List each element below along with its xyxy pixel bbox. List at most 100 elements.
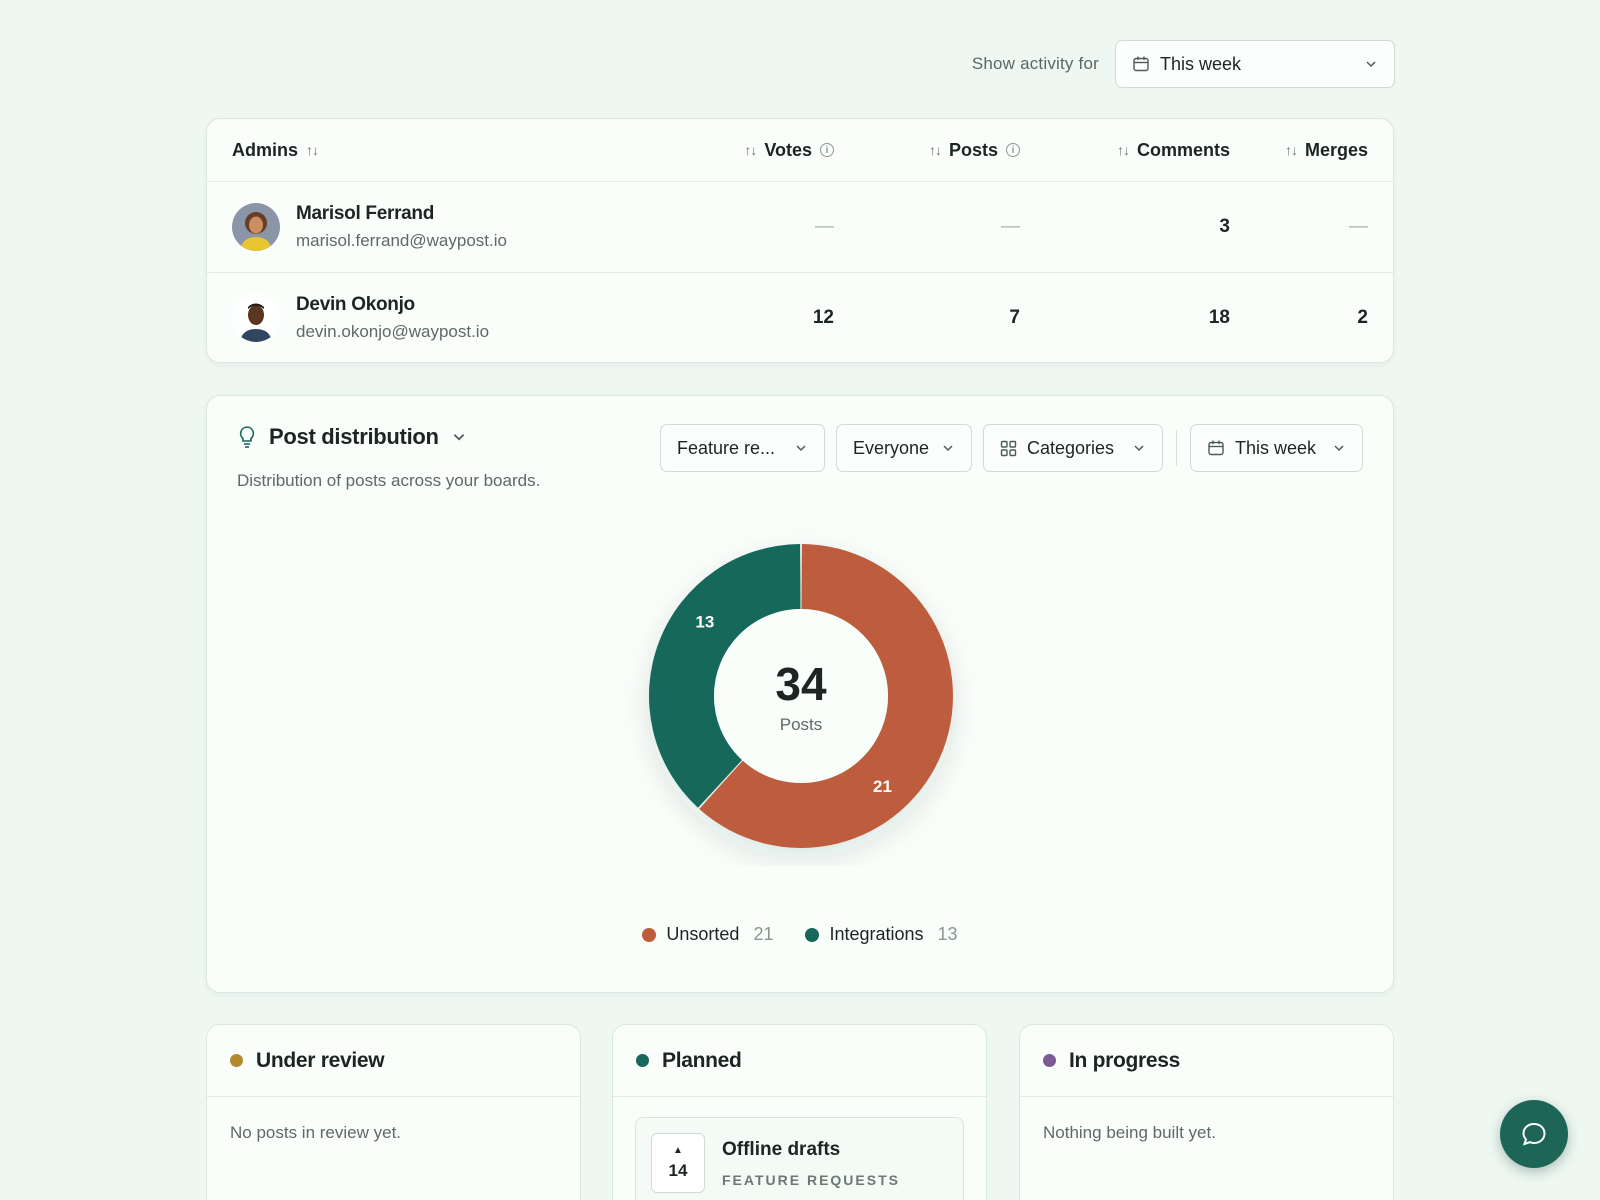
board-filter-select[interactable]: Feature re... [660, 424, 825, 472]
avatar [232, 203, 280, 251]
column-header[interactable]: In progress [1020, 1025, 1393, 1097]
posts-cell: — [1001, 216, 1020, 237]
posts-cell: 7 [1009, 306, 1020, 328]
sort-icon: ↑↓ [928, 142, 942, 158]
header-merges[interactable]: ↑↓ Merges [1230, 140, 1368, 161]
distribution-title[interactable]: Post distribution [237, 424, 467, 450]
status-dot [636, 1054, 649, 1067]
grid-icon [1000, 440, 1017, 457]
donut-chart: 34 Posts 21 13 [649, 544, 953, 848]
chevron-down-icon [941, 441, 955, 455]
chart-legend: Unsorted 21 Integrations 13 [207, 924, 1393, 945]
distribution-range-select[interactable]: This week [1190, 424, 1363, 472]
column-title: Under review [256, 1048, 385, 1072]
sort-icon: ↑↓ [1116, 142, 1130, 158]
distribution-range-value: This week [1235, 437, 1317, 458]
admins-table: Admins ↑↓ ↑↓ Votes i ↑↓ Posts i ↑↓ Comme… [206, 118, 1394, 363]
donut-total: 34 [775, 658, 827, 710]
header-admins[interactable]: Admins ↑↓ [232, 140, 612, 161]
header-votes[interactable]: ↑↓ Votes i [612, 140, 834, 161]
status-dot [230, 1054, 243, 1067]
header-merges-label: Merges [1304, 139, 1368, 160]
admin-email: marisol.ferrand@waypost.io [296, 231, 507, 250]
votes-cell: — [815, 216, 834, 237]
legend-count: 13 [937, 924, 958, 944]
sort-icon: ↑↓ [1284, 142, 1298, 158]
donut-chart-area: 34 Posts 21 13 [207, 526, 1393, 866]
column-in-progress: In progress Nothing being built yet. [1019, 1024, 1394, 1200]
column-header[interactable]: Planned [613, 1025, 986, 1097]
info-icon[interactable]: i [820, 143, 834, 157]
post-distribution-card: Post distribution Distribution of posts … [206, 395, 1394, 993]
chat-bubble-icon [1520, 1120, 1548, 1148]
group-by-select[interactable]: Categories [983, 424, 1163, 472]
activity-filter: Show activity for This week [972, 40, 1395, 88]
column-header[interactable]: Under review [207, 1025, 580, 1097]
donut-total-label: Posts [780, 715, 823, 734]
header-posts[interactable]: ↑↓ Posts i [834, 140, 1020, 161]
status-dot [1043, 1054, 1056, 1067]
legend-swatch [805, 927, 820, 942]
legend-label: Unsorted [666, 924, 740, 944]
audience-filter-value: Everyone [853, 437, 930, 458]
chevron-down-icon [1332, 441, 1346, 455]
merges-cell: — [1349, 216, 1368, 237]
filter-divider [1176, 430, 1177, 466]
legend-label: Integrations [829, 924, 924, 944]
column-title: In progress [1069, 1048, 1181, 1072]
sort-icon: ↑↓ [744, 142, 757, 158]
activity-range-value: This week [1160, 53, 1242, 74]
donut-value-label: 21 [873, 777, 892, 796]
distribution-subtitle: Distribution of posts across your boards… [237, 471, 541, 490]
activity-label: Show activity for [971, 54, 1099, 73]
post-title: Offline drafts [722, 1139, 841, 1160]
chevron-down-icon [1132, 441, 1146, 455]
header-votes-label: Votes [764, 139, 812, 160]
avatar [232, 293, 280, 342]
legend-count: 21 [753, 924, 774, 944]
page: Show activity for This week Admins ↑↓ ↑↓… [0, 0, 1600, 1200]
empty-state: No posts in review yet. [230, 1123, 402, 1142]
table-row[interactable]: Devin Okonjo devin.okonjo@waypost.io 12 … [207, 272, 1393, 362]
board-filter-value: Feature re... [677, 437, 776, 458]
calendar-icon [1132, 55, 1150, 73]
admin-cell: Marisol Ferrand marisol.ferrand@waypost.… [232, 203, 612, 251]
legend-swatch [642, 927, 657, 942]
chevron-down-icon [794, 441, 808, 455]
header-comments-label: Comments [1136, 139, 1230, 160]
comments-cell: 18 [1208, 306, 1230, 328]
chevron-down-icon [1364, 57, 1378, 71]
votes-cell: 12 [812, 306, 834, 328]
activity-range-select[interactable]: This week [1115, 40, 1395, 88]
post-card[interactable]: ▲ 14 Offline drafts FEATURE REQUESTS [635, 1117, 964, 1200]
admin-email: devin.okonjo@waypost.io [296, 321, 490, 341]
empty-state: Nothing being built yet. [1043, 1123, 1216, 1142]
upvote-icon: ▲ [673, 1145, 683, 1156]
sort-icon: ↑↓ [306, 142, 319, 158]
distribution-title-text: Post distribution [269, 424, 439, 449]
column-under-review: Under review No posts in review yet. [206, 1024, 581, 1200]
admin-name: Marisol Ferrand [296, 203, 435, 224]
info-icon[interactable]: i [1006, 143, 1020, 157]
upvote-button[interactable]: ▲ 14 [651, 1133, 705, 1193]
header-admins-label: Admins [232, 139, 299, 160]
donut-value-label: 13 [695, 613, 714, 632]
header-posts-label: Posts [948, 139, 998, 160]
group-by-value: Categories [1027, 437, 1115, 458]
comments-cell: 3 [1219, 216, 1230, 237]
merges-cell: 2 [1357, 306, 1368, 328]
chevron-down-icon [451, 429, 467, 445]
legend-item-unsorted[interactable]: Unsorted 21 [642, 924, 773, 945]
vote-count: 14 [668, 1161, 688, 1180]
column-planned: Planned ▲ 14 Offline drafts FEATURE REQU… [612, 1024, 987, 1200]
table-row[interactable]: Marisol Ferrand marisol.ferrand@waypost.… [207, 182, 1393, 272]
post-board: FEATURE REQUESTS [722, 1172, 900, 1188]
admin-name: Devin Okonjo [296, 293, 415, 315]
audience-filter-select[interactable]: Everyone [836, 424, 972, 472]
chat-button[interactable] [1500, 1100, 1568, 1168]
lightbulb-icon [237, 425, 257, 449]
header-comments[interactable]: ↑↓ Comments [1020, 140, 1230, 161]
column-title: Planned [662, 1048, 742, 1072]
legend-item-integrations[interactable]: Integrations 13 [805, 924, 958, 945]
admin-cell: Devin Okonjo devin.okonjo@waypost.io [232, 293, 612, 342]
